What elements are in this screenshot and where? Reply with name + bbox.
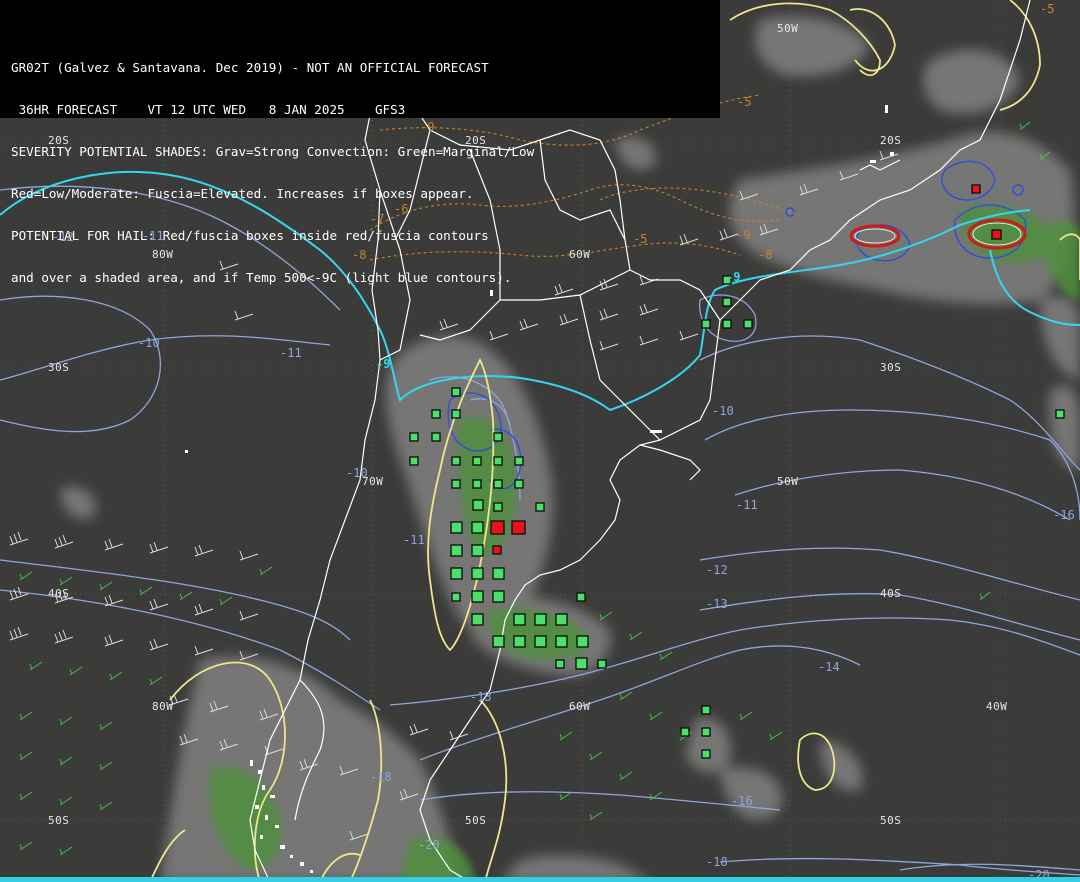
lon-label: 80W <box>152 248 174 261</box>
header-line-legend: Red=Low/Moderate: Fuscia=Elevated. Incre… <box>11 187 474 201</box>
forecast-header: GR02T (Galvez & Santavana. Dec 2019) - N… <box>0 0 720 285</box>
isotherm-label: -13 <box>470 690 492 704</box>
orange-contour-label: -5 <box>633 232 648 246</box>
isotherm-label: -18 <box>706 855 728 869</box>
isotherm-label: -10 <box>138 336 160 350</box>
isotherm-label: -12 <box>52 230 74 244</box>
isotherm-label: -11 <box>736 498 758 512</box>
header-line-severity: SEVERITY POTENTIAL SHADES: Grav=Strong C… <box>11 145 535 159</box>
lat-label: 50S <box>465 814 487 827</box>
cyan-isotherm-label: -9 <box>376 357 391 371</box>
orange-contour-label: -7 <box>370 212 385 226</box>
isotherm-label: -16 <box>1053 508 1075 522</box>
isotherm-label: -12 <box>706 563 728 577</box>
isotherm-label: -14 <box>818 660 840 674</box>
orange-contour-label: -8 <box>352 248 367 262</box>
lon-label: 80W <box>152 700 174 713</box>
orange-contour-label: -8 <box>758 248 773 262</box>
isotherm-label: -11 <box>403 533 425 547</box>
header-line-forecast: 36HR FORECAST VT 12 UTC WED 8 JAN 2025 G… <box>11 103 406 117</box>
isotherm-label: -18 <box>370 770 392 784</box>
lat-label: 40S <box>48 587 70 600</box>
lat-label: 20S <box>48 134 70 147</box>
orange-contour-label: -6 <box>394 202 409 216</box>
orange-contour-label: -5 <box>1040 2 1055 16</box>
lon-label: 60W <box>569 248 591 261</box>
lon-label: 60W <box>569 700 591 713</box>
orange-contour-label: -9 <box>420 120 435 134</box>
isotherm-label: -11 <box>280 346 302 360</box>
lon-label: 50W <box>777 475 799 488</box>
lat-label: 40S <box>880 587 902 600</box>
header-line-hail: POTENTIAL FOR HAIL: Red/fuscia boxes ins… <box>11 229 489 243</box>
header-line-title: GR02T (Galvez & Santavana. Dec 2019) - N… <box>11 61 489 75</box>
lon-label: 40W <box>986 700 1008 713</box>
isotherm-label: -13 <box>706 597 728 611</box>
cyan-isotherm-label: -9 <box>726 270 741 284</box>
isotherm-label: -16 <box>731 794 753 808</box>
bottom-edge-bar <box>0 877 1080 882</box>
lat-label: 20S <box>880 134 902 147</box>
isotherm-label: -10 <box>346 466 368 480</box>
orange-contour-label: -5 <box>737 95 752 109</box>
lat-label: 50S <box>48 814 70 827</box>
forecast-map: GR02T (Galvez & Santavana. Dec 2019) - N… <box>0 0 1080 882</box>
isotherm-label: -11 <box>142 229 164 243</box>
isotherm-label: -10 <box>712 404 734 418</box>
isotherm-label: -20 <box>418 838 440 852</box>
lat-label: 30S <box>880 361 902 374</box>
lat-label: 50S <box>880 814 902 827</box>
lat-label: 20S <box>465 134 487 147</box>
header-line-hail-cond: and over a shaded area, and if Temp 500<… <box>11 271 512 285</box>
orange-contour-label: -9 <box>736 228 751 242</box>
lon-label: 50W <box>777 22 799 35</box>
lat-label: 30S <box>48 361 70 374</box>
